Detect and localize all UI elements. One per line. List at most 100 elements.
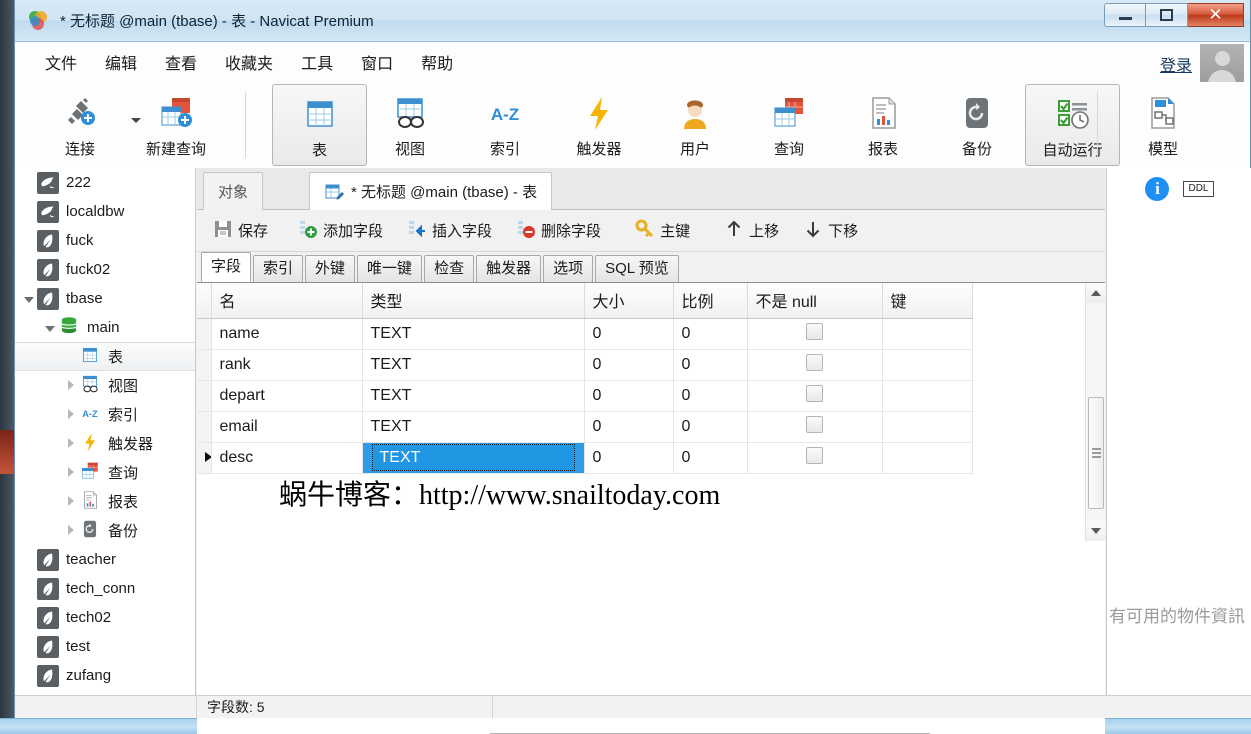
sidebar-item-查询[interactable]: 查询 [15, 458, 195, 487]
cell-field-scale[interactable]: 0 [673, 411, 748, 443]
menu-item-1[interactable]: 编辑 [91, 46, 151, 78]
cell-field-size[interactable]: 0 [584, 411, 674, 443]
grid-column-header-0[interactable]: 名 [211, 283, 363, 319]
designer-tab-检查[interactable]: 检查 [424, 255, 475, 282]
grid-column-header-1[interactable]: 类型 [362, 283, 585, 319]
cell-field-size[interactable]: 0 [584, 442, 674, 474]
cell-field-scale[interactable]: 0 [673, 349, 748, 381]
row-gutter[interactable] [197, 318, 212, 350]
menu-item-2[interactable]: 查看 [151, 46, 211, 78]
minimize-button[interactable] [1104, 3, 1146, 27]
cell-not-null[interactable] [747, 349, 883, 381]
row-gutter[interactable] [197, 411, 212, 443]
cell-field-name[interactable]: name [211, 318, 363, 350]
cell-not-null[interactable] [747, 442, 883, 474]
sidebar-item-视图[interactable]: 视图 [15, 371, 195, 400]
cell-field-type[interactable]: TEXT [362, 411, 585, 443]
scroll-up-button[interactable] [1086, 283, 1106, 303]
expander-open-icon[interactable] [45, 326, 55, 332]
table-row[interactable]: desc TEXT 0 0 [197, 442, 973, 474]
grid-column-header-2[interactable]: 大小 [584, 283, 674, 319]
field-table[interactable]: 名类型 大小 比例 不是 null 键 name TEXT 0 0 rank TEXT 0 0 depar… [197, 283, 973, 474]
document-tab-1[interactable]: * 无标题 @main (tbase) - 表 [309, 172, 553, 210]
cell-not-null[interactable] [747, 380, 883, 412]
cell-field-type[interactable]: TEXT [362, 318, 585, 350]
ribbon-button-表[interactable]: 表 [272, 84, 367, 166]
cell-field-size[interactable]: 0 [584, 380, 674, 412]
cell-field-type[interactable]: TEXT [362, 442, 585, 474]
grid-column-header-3[interactable]: 比例 [673, 283, 748, 319]
field-grid[interactable]: 名类型 大小 比例 不是 null 键 name TEXT 0 0 rank TEXT 0 0 depar… [197, 283, 1071, 541]
expander-closed-icon[interactable] [68, 496, 74, 506]
sidebar-item-tech02[interactable]: tech02 [15, 603, 195, 632]
ribbon-button-备份[interactable]: 备份 [934, 84, 1020, 166]
sidebar-item-备份[interactable]: 备份 [15, 516, 195, 545]
cell-field-scale[interactable]: 0 [673, 442, 748, 474]
sidebar-item-表[interactable]: 表 [15, 342, 195, 371]
ribbon-button-视图[interactable]: 视图 [367, 84, 453, 166]
row-gutter[interactable] [197, 442, 212, 474]
cell-field-scale[interactable]: 0 [673, 380, 748, 412]
ribbon-button-模型[interactable]: 模型 [1120, 84, 1206, 166]
not-null-checkbox[interactable] [806, 322, 823, 340]
not-null-checkbox[interactable] [806, 415, 823, 433]
toolbar-button-删除字段[interactable]: 删除字段 [508, 215, 609, 247]
not-null-checkbox[interactable] [806, 446, 823, 464]
cell-key[interactable] [882, 442, 973, 474]
sidebar-item-main[interactable]: main [15, 313, 195, 342]
menu-item-4[interactable]: 工具 [287, 46, 347, 78]
toolbar-button-添加字段[interactable]: 添加字段 [290, 215, 391, 247]
cell-not-null[interactable] [747, 318, 883, 350]
table-row[interactable]: rank TEXT 0 0 [197, 349, 973, 381]
sidebar-item-索引[interactable]: A-Z 索引 [15, 400, 195, 429]
cell-key[interactable] [882, 349, 973, 381]
scroll-down-button[interactable] [1086, 521, 1106, 541]
toolbar-button-保存[interactable]: 保存 [205, 215, 276, 247]
sidebar-item-222[interactable]: 222 [15, 168, 195, 197]
expander-closed-icon[interactable] [68, 409, 74, 419]
table-row[interactable]: name TEXT 0 0 [197, 318, 973, 350]
toolbar-button-主键[interactable]: 主键 [627, 215, 698, 247]
toolbar-button-上移[interactable]: 上移 [716, 215, 787, 247]
menu-item-3[interactable]: 收藏夹 [211, 46, 287, 78]
designer-tab-字段[interactable]: 字段 [201, 252, 252, 282]
menu-item-5[interactable]: 窗口 [347, 46, 407, 78]
sidebar-item-tech_conn[interactable]: tech_conn [15, 574, 195, 603]
designer-tab-外键[interactable]: 外键 [305, 255, 356, 282]
ribbon-button-触发器[interactable]: 触发器 [556, 84, 642, 166]
menu-item-0[interactable]: 文件 [31, 46, 91, 78]
expander-closed-icon[interactable] [68, 467, 74, 477]
not-null-checkbox[interactable] [806, 353, 823, 371]
row-gutter[interactable] [197, 349, 212, 381]
grid-vertical-scrollbar[interactable] [1085, 283, 1106, 541]
expander-closed-icon[interactable] [68, 438, 74, 448]
sidebar-item-报表[interactable]: 报表 [15, 487, 195, 516]
document-tab-0[interactable]: 对象 [203, 172, 264, 210]
grid-column-header-5[interactable]: 键 [882, 283, 973, 319]
designer-tab-SQL 预览[interactable]: SQL 预览 [595, 255, 679, 282]
cell-key[interactable] [882, 380, 973, 412]
sidebar-item-teacher[interactable]: teacher [15, 545, 195, 574]
grid-column-header-4[interactable]: 不是 null [747, 283, 883, 319]
expander-closed-icon[interactable] [68, 380, 74, 390]
expander-closed-icon[interactable] [68, 525, 74, 535]
ribbon-button-报表[interactable]: 报表 [840, 84, 926, 166]
toolbar-button-插入字段[interactable]: 插入字段 [399, 215, 500, 247]
ribbon-button-连接[interactable]: 连接 [37, 84, 123, 166]
cell-field-name[interactable]: email [211, 411, 363, 443]
designer-tab-索引[interactable]: 索引 [253, 255, 304, 282]
connection-tree-sidebar[interactable]: 222 localdbw fuck fuck02 tbase main 表视图 A-Z 索引 触发… [15, 168, 196, 695]
cell-field-size[interactable]: 0 [584, 349, 674, 381]
cell-field-name[interactable]: rank [211, 349, 363, 381]
row-gutter[interactable] [197, 380, 212, 412]
cell-not-null[interactable] [747, 411, 883, 443]
cell-key[interactable] [882, 318, 973, 350]
cell-field-size[interactable]: 0 [584, 318, 674, 350]
ddl-button[interactable]: DDL [1183, 181, 1214, 197]
ribbon-button-索引[interactable]: A-Z 索引 [462, 84, 548, 166]
expander-open-icon[interactable] [24, 297, 34, 303]
cell-field-type[interactable]: TEXT [362, 349, 585, 381]
sidebar-item-触发器[interactable]: 触发器 [15, 429, 195, 458]
sidebar-item-fuck02[interactable]: fuck02 [15, 255, 195, 284]
menu-item-6[interactable]: 帮助 [407, 46, 467, 78]
